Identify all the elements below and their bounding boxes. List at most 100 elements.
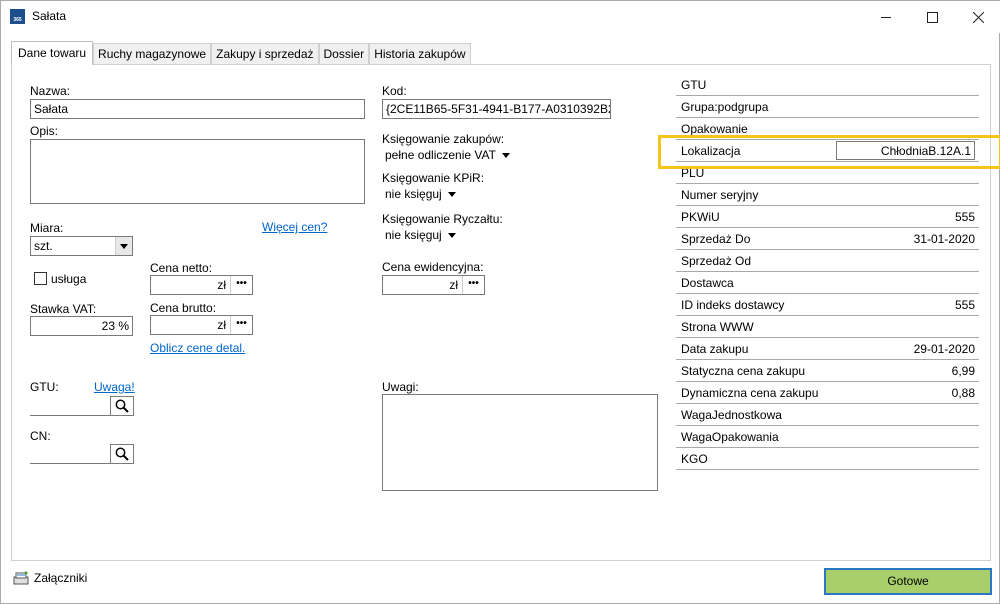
maximize-icon [926,11,938,23]
ksieg-zakupow-dropdown[interactable]: pełne odliczenie VAT [385,148,510,162]
kod-label: Kod: [382,84,407,98]
kod-input[interactable]: {2CE11B65-5F31-4941-B177-A0310392B2DF [382,99,611,119]
search-icon [115,399,129,413]
miara-value: szt. [34,239,53,253]
cena-netto-input[interactable]: zł ••• [150,275,253,295]
property-row[interactable]: Dostawca [676,272,979,294]
cena-netto-label: Cena netto: [150,261,213,275]
miara-label: Miara: [30,221,64,235]
done-button[interactable]: Gotowe [824,568,992,595]
property-name: WagaOpakowania [681,430,779,444]
property-row[interactable]: Sprzedaż Do 31-01-2020 [676,228,979,250]
cena-ewid-more-button[interactable]: ••• [462,276,484,294]
property-name: ID indeks dostawcy [681,298,785,312]
gtu-label: GTU: [30,380,59,394]
property-name: KGO [681,452,708,466]
cn-label: CN: [30,429,51,443]
cena-brutto-value: zł [217,318,226,332]
chevron-down-icon[interactable] [115,237,132,255]
opis-label: Opis: [30,124,59,138]
property-name: Sprzedaż Do [681,232,751,246]
property-grid: GTU Grupa:podgrupa Opakowanie Lokalizacj… [676,74,979,470]
highlight-frame [658,135,1000,169]
property-row[interactable]: Sprzedaż Od [676,250,979,272]
property-row[interactable]: Numer seryjny [676,184,979,206]
property-name: PKWiU [681,210,720,224]
property-name: Dostawca [681,276,734,290]
property-value: 555 [954,210,975,224]
gtu-search-button[interactable] [110,396,134,415]
property-value: 0,88 [951,386,975,400]
attachment-icon[interactable] [13,571,29,585]
cena-ewid-input[interactable]: zł ••• [382,275,485,295]
property-name: Statyczna cena zakupu [681,364,806,378]
property-name: WagaJednostkowa [681,408,782,422]
close-button[interactable] [955,1,1000,33]
minimize-icon [880,16,891,18]
ksieg-kpir-value: nie księguj [385,187,442,201]
property-name: Grupa:podgrupa [681,100,769,114]
property-row[interactable]: KGO [676,448,979,470]
property-name: Sprzedaż Od [681,254,752,268]
ksieg-kpir-dropdown[interactable]: nie księguj [385,187,456,201]
property-row[interactable]: Data zakupu 29-01-2020 [676,338,979,360]
tab-dane-towaru[interactable]: Dane towaru [11,41,94,65]
ksieg-ryczaltu-dropdown[interactable]: nie księguj [385,228,456,242]
chevron-down-icon [447,233,456,239]
property-name: Numer seryjny [681,188,759,202]
cena-brutto-label: Cena brutto: [150,301,217,315]
uwagi-textarea[interactable] [382,394,658,491]
tab-dossier[interactable]: Dossier [318,43,370,65]
property-row[interactable]: Strona WWW [676,316,979,338]
app-icon: 365 [10,9,25,24]
cena-netto-more-button[interactable]: ••• [230,276,252,294]
nazwa-label: Nazwa: [30,84,71,98]
property-row[interactable]: GTU [676,74,979,96]
nazwa-input[interactable]: Sałata [30,99,365,119]
attachments-label[interactable]: Załączniki [34,571,87,585]
tab-ruchy-magazynowe[interactable]: Ruchy magazynowe [93,43,212,65]
property-row[interactable]: ID indeks dostawcy 555 [676,294,979,316]
property-name: GTU [681,78,707,92]
chevron-down-icon [447,192,456,198]
property-name: Opakowanie [681,122,748,136]
uwagi-label: Uwagi: [382,380,419,394]
property-row[interactable]: Dynamiczna cena zakupu 0,88 [676,382,979,404]
close-icon [972,11,984,23]
uwaga-link[interactable]: Uwaga! [94,380,135,394]
cena-ewid-value: zł [449,278,458,292]
chevron-down-icon [501,153,510,159]
usluga-checkbox[interactable] [34,272,47,285]
tab-zakupy-sprzedaz[interactable]: Zakupy i sprzedaż [211,43,319,65]
cn-search-button[interactable] [110,444,134,463]
wiecej-cen-link[interactable]: Więcej cen? [262,220,327,234]
ksieg-zakupow-label: Księgowanie zakupów: [382,132,505,146]
product-window: 365 Sałata Dane towaru Ruchy magazynowe … [0,0,1000,604]
stawka-vat-input[interactable]: 23 % [30,316,133,336]
cena-brutto-input[interactable]: zł ••• [150,315,253,335]
maximize-button[interactable] [909,1,955,33]
cena-brutto-more-button[interactable]: ••• [230,316,252,334]
tab-historia-zakupow[interactable]: Historia zakupów [369,43,471,65]
window-title: Sałata [32,9,67,23]
property-name: Strona WWW [681,320,754,334]
property-row[interactable]: Grupa:podgrupa [676,96,979,118]
miara-select[interactable]: szt. [30,236,133,256]
property-name: Dynamiczna cena zakupu [681,386,819,400]
ksieg-zakupow-value: pełne odliczenie VAT [385,148,496,162]
property-row[interactable]: PKWiU 555 [676,206,979,228]
cn-input[interactable] [30,444,134,464]
title-bar: 365 Sałata [1,1,1000,33]
ksieg-kpir-label: Księgowanie KPiR: [382,171,485,185]
property-value: 6,99 [951,364,975,378]
property-row[interactable]: WagaJednostkowa [676,404,979,426]
oblicz-cene-link[interactable]: Oblicz cene detal. [150,341,245,355]
property-value: 29-01-2020 [913,342,975,356]
minimize-button[interactable] [863,1,909,33]
gtu-input[interactable] [30,396,134,416]
property-row[interactable]: WagaOpakowania [676,426,979,448]
tab-bar: Dane towaru Ruchy magazynowe Zakupy i sp… [11,41,471,65]
property-row[interactable]: Statyczna cena zakupu 6,99 [676,360,979,382]
opis-textarea[interactable] [30,139,365,204]
cena-ewid-label: Cena ewidencyjna: [382,260,484,274]
